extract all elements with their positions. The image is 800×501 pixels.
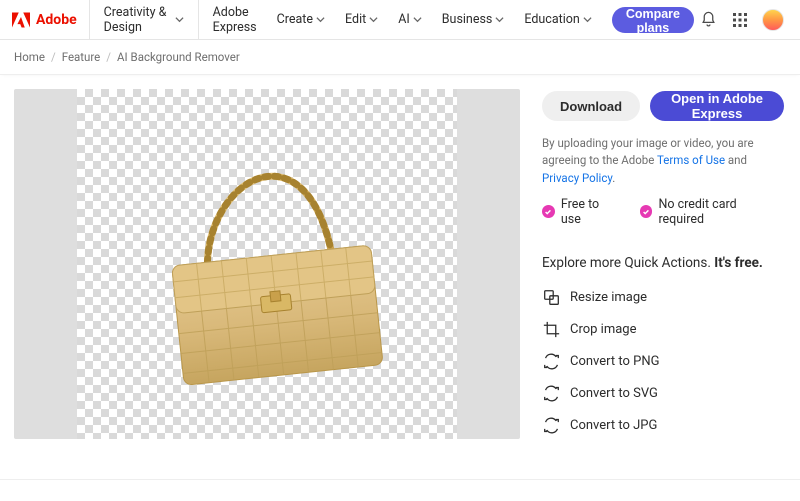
- brand-logo[interactable]: Adobe: [0, 0, 90, 40]
- action-buttons: Download Open in Adobe Express: [542, 91, 784, 121]
- main-content: Download Open in Adobe Express By upload…: [0, 75, 800, 459]
- transparency-checker: [77, 89, 457, 439]
- explore-heading: Explore more Quick Actions. It's free.: [542, 255, 784, 271]
- crop-icon: [542, 321, 560, 339]
- breadcrumb-feature[interactable]: Feature: [62, 50, 101, 64]
- nav-create[interactable]: Create: [267, 0, 335, 40]
- side-panel: Download Open in Adobe Express By upload…: [540, 89, 786, 439]
- breadcrumb: Home / Feature / AI Background Remover: [0, 40, 800, 75]
- terms-of-use-link[interactable]: Terms of Use: [657, 153, 725, 167]
- nav-creativity-design[interactable]: Creativity & Design: [90, 0, 199, 40]
- download-button[interactable]: Download: [542, 91, 640, 121]
- nav-edit[interactable]: Edit: [335, 0, 388, 40]
- qa-convert-to-png[interactable]: Convert to PNG: [542, 353, 784, 371]
- qa-crop-image[interactable]: Crop image: [542, 321, 784, 339]
- nav-ai[interactable]: AI: [388, 0, 432, 40]
- resize-icon: [542, 289, 560, 307]
- breadcrumb-home[interactable]: Home: [14, 50, 45, 64]
- nav-business[interactable]: Business: [432, 0, 515, 40]
- open-in-express-button[interactable]: Open in Adobe Express: [650, 91, 784, 121]
- badge-free: Free to use: [542, 197, 622, 227]
- legal-text: By uploading your image or video, you ar…: [542, 135, 784, 187]
- check-icon: [542, 205, 555, 218]
- chevron-down-icon: [175, 15, 184, 24]
- nav-utility-icons: [698, 9, 790, 31]
- chevron-down-icon: [495, 15, 504, 24]
- nav-group: Adobe Express Create Edit AI Business Ed…: [199, 0, 698, 40]
- convert-icon: [542, 385, 560, 403]
- convert-icon: [542, 417, 560, 435]
- chevron-down-icon: [369, 15, 378, 24]
- chevron-down-icon: [413, 15, 422, 24]
- app-launcher-icon[interactable]: [730, 10, 750, 30]
- qa-resize-image[interactable]: Resize image: [542, 289, 784, 307]
- top-nav: Adobe Creativity & Design Adobe Express …: [0, 0, 800, 40]
- privacy-policy-link[interactable]: Privacy Policy: [542, 171, 612, 185]
- check-icon: [640, 205, 653, 218]
- compare-plans-button[interactable]: Compare plans: [612, 7, 694, 33]
- adobe-logo-icon: [12, 12, 30, 28]
- feature-badges: Free to use No credit card required: [542, 197, 784, 227]
- qa-convert-to-jpg[interactable]: Convert to JPG: [542, 417, 784, 435]
- user-avatar[interactable]: [762, 9, 784, 31]
- breadcrumb-current: AI Background Remover: [117, 50, 240, 64]
- quick-actions-list: Resize image Crop image Convert to PNG C…: [542, 289, 784, 435]
- result-image-handbag: [101, 91, 431, 421]
- chevron-down-icon: [316, 15, 325, 24]
- qa-convert-to-svg[interactable]: Convert to SVG: [542, 385, 784, 403]
- nav-education[interactable]: Education: [514, 0, 601, 40]
- brand-name: Adobe: [36, 12, 77, 28]
- notifications-icon[interactable]: [698, 10, 718, 30]
- convert-icon: [542, 353, 560, 371]
- chevron-down-icon: [583, 15, 592, 24]
- image-canvas: [14, 89, 520, 439]
- badge-no-card: No credit card required: [640, 197, 784, 227]
- nav-adobe-express[interactable]: Adobe Express: [203, 0, 267, 40]
